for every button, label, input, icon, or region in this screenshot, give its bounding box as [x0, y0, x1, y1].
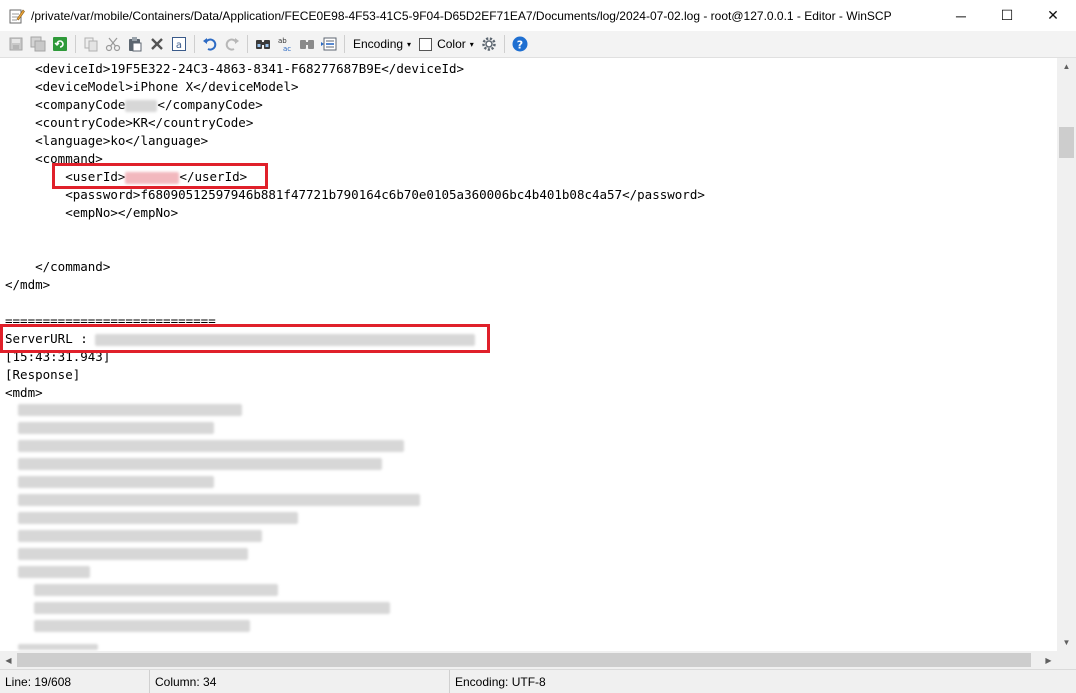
- redacted-line: [18, 440, 404, 452]
- code-line: [Response]: [5, 367, 81, 382]
- encoding-dropdown-label: Encoding: [353, 37, 404, 51]
- scrollbar-corner: [1057, 651, 1076, 669]
- code-line: <deviceId>19F5E322-24C3-4863-8341-F68277…: [5, 61, 465, 76]
- redacted-line: [34, 584, 278, 596]
- paste-icon[interactable]: [124, 33, 146, 55]
- code-line: <language>ko</language>: [5, 133, 209, 148]
- redacted-line: [18, 530, 262, 542]
- toolbar-separator: [344, 35, 345, 53]
- code-line: <mdm>: [5, 385, 43, 400]
- close-button[interactable]: ✕: [1030, 0, 1076, 31]
- find-icon[interactable]: [252, 33, 274, 55]
- vertical-scrollbar[interactable]: ▲ ▼: [1057, 58, 1076, 651]
- cut-icon[interactable]: [102, 33, 124, 55]
- chevron-down-icon: ▾: [469, 39, 474, 49]
- svg-text:?: ?: [517, 39, 523, 52]
- notepad-edit-icon: [9, 8, 25, 24]
- redacted-line: [18, 644, 98, 650]
- title-bar: /private/var/mobile/Containers/Data/Appl…: [0, 0, 1076, 31]
- toolbar-separator: [75, 35, 76, 53]
- chevron-down-icon: ▾: [407, 39, 412, 49]
- redacted-line: [18, 476, 214, 488]
- toolbar-separator: [503, 35, 505, 53]
- select-all-icon[interactable]: a: [168, 33, 190, 55]
- code-line: <deviceModel>iPhone X</deviceModel>: [5, 79, 299, 94]
- go-to-line-icon[interactable]: [318, 33, 340, 55]
- redo-icon[interactable]: [221, 33, 243, 55]
- editor-text-area[interactable]: <deviceId>19F5E322-24C3-4863-8341-F68277…: [0, 58, 1057, 651]
- toolbar-separator: [247, 35, 248, 53]
- scroll-left-icon[interactable]: ◀: [0, 651, 17, 669]
- scroll-down-icon[interactable]: ▼: [1057, 634, 1076, 651]
- horizontal-scrollbar[interactable]: ◀ ▶: [0, 651, 1057, 669]
- redacted-line: [18, 494, 420, 506]
- toolbar-separator: [194, 35, 195, 53]
- code-text: </companyCode>: [157, 97, 263, 112]
- redacted-line: [34, 620, 250, 632]
- color-dropdown[interactable]: Color ▾: [415, 33, 478, 55]
- redacted-line: [18, 548, 248, 560]
- userid-highlight-box: [52, 163, 268, 189]
- serverurl-highlight-box: [0, 324, 490, 353]
- redacted-line: [18, 458, 382, 470]
- undo-icon[interactable]: [199, 33, 221, 55]
- code-line: </command>: [5, 259, 111, 274]
- copy-icon[interactable]: [80, 33, 102, 55]
- code-line: <companyCode </companyCode>: [5, 96, 263, 114]
- status-bar: Line: 19/608 Column: 34 Encoding: UTF-8: [0, 669, 1076, 693]
- scroll-up-icon[interactable]: ▲: [1057, 58, 1076, 75]
- redacted-line: [18, 566, 90, 578]
- editor-toolbar: a ab ac Encoding ▾ Color ▾ ?: [0, 31, 1076, 58]
- code-line: <countryCode>KR</countryCode>: [5, 115, 254, 130]
- color-checkbox[interactable]: [419, 37, 433, 51]
- encoding-dropdown[interactable]: Encoding ▾: [349, 33, 415, 55]
- minimize-button[interactable]: ─: [938, 0, 984, 31]
- status-column: Column: 34: [150, 669, 450, 693]
- code-text: <companyCode: [5, 97, 126, 112]
- maximize-button[interactable]: ☐: [984, 0, 1030, 31]
- redacted-line: [34, 602, 390, 614]
- code-line: <empNo></empNo>: [5, 205, 179, 220]
- status-encoding: Encoding: UTF-8: [455, 674, 546, 689]
- help-icon[interactable]: ?: [509, 33, 531, 55]
- status-line: Line: 19/608: [0, 669, 150, 693]
- redacted-line: [18, 512, 298, 524]
- horizontal-scroll-thumb[interactable]: [17, 653, 1031, 667]
- vertical-scroll-thumb[interactable]: [1059, 127, 1074, 158]
- save-icon[interactable]: [5, 33, 27, 55]
- window-title: /private/var/mobile/Containers/Data/Appl…: [31, 8, 892, 23]
- redacted-line: [18, 422, 214, 434]
- color-dropdown-label: Color: [437, 37, 466, 51]
- redacted-line: [18, 404, 242, 416]
- replace-icon[interactable]: ab ac: [274, 33, 296, 55]
- save-all-icon[interactable]: [27, 33, 49, 55]
- find-next-icon[interactable]: [296, 33, 318, 55]
- svg-text:a: a: [176, 40, 182, 51]
- svg-text:ac: ac: [283, 45, 291, 52]
- redacted-value: [125, 99, 158, 112]
- preferences-gear-icon[interactable]: [478, 33, 500, 55]
- reload-icon[interactable]: [49, 33, 71, 55]
- code-line: </mdm>: [5, 277, 51, 292]
- delete-icon[interactable]: [146, 33, 168, 55]
- scroll-right-icon[interactable]: ▶: [1040, 651, 1057, 669]
- svg-text:ab: ab: [278, 37, 287, 45]
